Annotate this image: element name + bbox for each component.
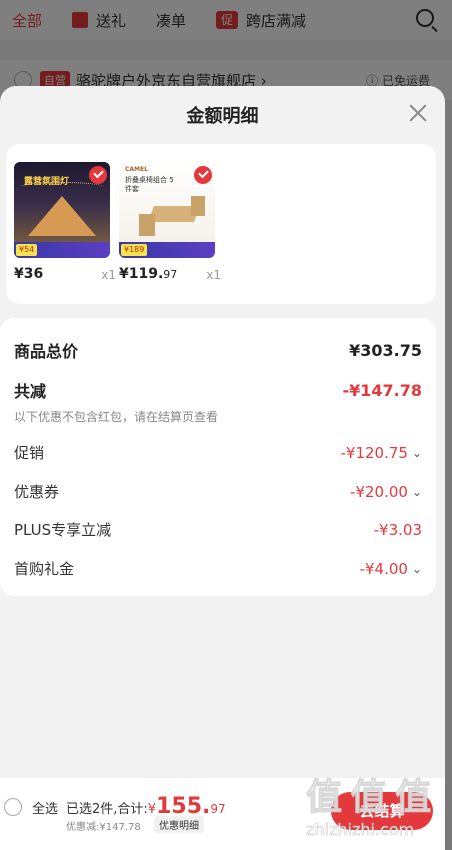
discount-detail-button[interactable]: 优惠明细 (154, 816, 204, 833)
coupon-value[interactable]: -¥20.00 ⌄ (350, 483, 422, 501)
product-quantity: x1 (206, 268, 221, 282)
checkout-button[interactable]: 去结算 (331, 792, 433, 830)
promotion-row[interactable]: 促销 -¥120.75 ⌄ (14, 442, 422, 463)
price-details-card: 商品总价 ¥303.75 共减 -¥147.78 以下优惠不包含红包，请在结算页… (0, 318, 436, 596)
sheet-title: 金额明细 (186, 106, 259, 127)
select-all-radio[interactable] (4, 798, 22, 816)
plus-discount-value: -¥3.03 (373, 520, 422, 539)
image-caption: 露营氛围灯 (24, 177, 70, 187)
products-card: 露营氛围灯 ¥54 ¥36 x1 CAMEL 折叠桌椅组合 5件套 ¥189 ¥… (6, 144, 436, 304)
first-purchase-value[interactable]: -¥4.00 ⌄ (360, 560, 422, 578)
total-discount-row: 共减 -¥147.78 (14, 378, 422, 402)
chair-shape (191, 196, 205, 216)
checkmark-icon[interactable] (89, 166, 107, 184)
promotion-value[interactable]: -¥120.75 ⌄ (340, 444, 422, 462)
product-image[interactable]: 露营氛围灯 ¥54 (14, 162, 110, 258)
product-price: ¥36 (14, 266, 44, 282)
chevron-down-icon[interactable]: ⌄ (412, 485, 422, 499)
coupon-label: 优惠券 (14, 483, 60, 501)
subtotal-label: 商品总价 (14, 342, 79, 361)
total-discount-value: -¥147.78 (342, 380, 422, 400)
plus-discount-row: PLUS专享立减 -¥3.03 (14, 519, 422, 540)
subtotal-value: ¥303.75 (349, 340, 422, 360)
product-price: ¥119.97 (119, 266, 178, 282)
plus-discount-label: PLUS专享立减 (14, 521, 112, 539)
product-item[interactable]: 露营氛围灯 ¥54 ¥36 x1 (14, 162, 116, 282)
product-item[interactable]: CAMEL 折叠桌椅组合 5件套 ¥189 ¥119.97 x1 (119, 162, 221, 282)
image-caption: 折叠桌椅组合 5件套 (125, 176, 174, 193)
chevron-down-icon[interactable]: ⌄ (412, 446, 422, 460)
tent-shape (28, 196, 96, 236)
coupon-row[interactable]: 优惠券 -¥20.00 ⌄ (14, 481, 422, 502)
product-image[interactable]: CAMEL 折叠桌椅组合 5件套 ¥189 (119, 162, 215, 258)
checkout-bar: 全选 已选2件,合计: ¥ 155. 97 优惠减:¥147.78 优惠明细 去… (0, 778, 445, 850)
chevron-down-icon[interactable]: ⌄ (412, 562, 422, 576)
product-quantity: x1 (101, 268, 116, 282)
subtotal-row: 商品总价 ¥303.75 (14, 338, 422, 362)
close-icon[interactable] (407, 102, 429, 124)
total-discount-label: 共减 (14, 382, 47, 401)
brand-logo: CAMEL (125, 166, 148, 173)
first-purchase-row[interactable]: 首购礼金 -¥4.00 ⌄ (14, 558, 422, 579)
strip-price: ¥189 (121, 244, 148, 256)
first-purchase-label: 首购礼金 (14, 560, 75, 578)
checkmark-icon[interactable] (194, 166, 212, 184)
promotion-label: 促销 (14, 444, 45, 462)
select-all-label[interactable]: 全选 (32, 798, 58, 817)
discount-hint: 以下优惠不包含红包，请在结算页查看 (14, 410, 219, 424)
amount-detail-sheet: 金额明细 露营氛围灯 ¥54 ¥36 x1 CAMEL 折叠桌椅组合 5件套 ¥… (0, 86, 445, 850)
strip-price: ¥54 (16, 244, 38, 256)
chair-shape (139, 214, 155, 236)
discount-summary: 优惠减:¥147.78 (66, 822, 141, 833)
